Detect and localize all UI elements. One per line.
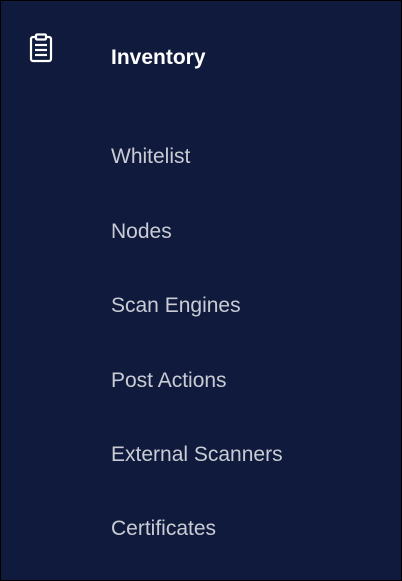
- sidebar-item-label: Whitelist: [111, 145, 191, 168]
- sidebar-item-external-scanners[interactable]: External Scanners: [4, 427, 398, 483]
- sidebar-item-label: Scan Engines: [111, 294, 241, 317]
- sidebar-item-certificates[interactable]: Certificates: [4, 501, 398, 557]
- sidebar-item-label: Nodes: [111, 220, 172, 243]
- sidebar-section-label: Inventory: [111, 46, 206, 69]
- sidebar-item-whitelist[interactable]: Whitelist: [4, 129, 398, 185]
- sidebar-section-inventory[interactable]: Inventory: [4, 4, 398, 116]
- sidebar-item-label: Certificates: [111, 517, 217, 540]
- sidebar-item-nodes[interactable]: Nodes: [4, 204, 398, 260]
- sidebar-item-label: External Scanners: [111, 443, 283, 466]
- sidebar-item-scan-engines[interactable]: Scan Engines: [4, 278, 398, 334]
- sidebar-item-post-actions[interactable]: Post Actions: [4, 353, 398, 409]
- sidebar-frame: Inventory Whitelist Nodes Scan Engines P…: [0, 0, 402, 581]
- sidebar-nav: Inventory Whitelist Nodes Scan Engines P…: [4, 4, 398, 576]
- sidebar-item-label: Post Actions: [111, 369, 227, 392]
- clipboard-icon: [29, 33, 53, 63]
